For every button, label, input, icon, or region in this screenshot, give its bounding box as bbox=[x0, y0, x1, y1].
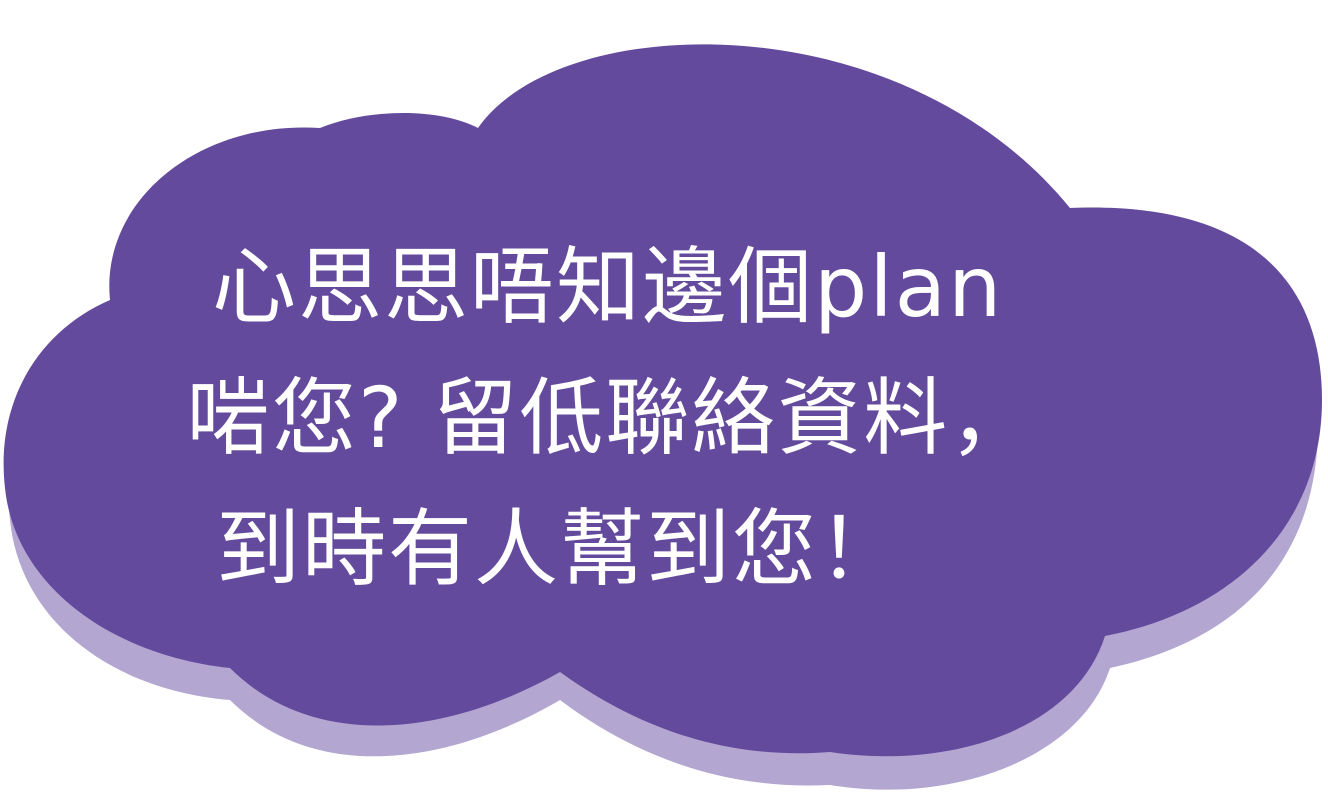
message-line-3: 到時有人幫到您！ bbox=[216, 500, 905, 598]
message-line-1: 心思思唔知邊個plan bbox=[212, 238, 1004, 336]
cloud-banner: 心思思唔知邊個plan 啱您? 留低聯絡資料， 到時有人幫到您！ bbox=[0, 0, 1328, 810]
message-text: 心思思唔知邊個plan 啱您? 留低聯絡資料， 到時有人幫到您！ bbox=[180, 222, 1220, 615]
message-line-2: 啱您? 留低聯絡資料， bbox=[186, 369, 1036, 467]
